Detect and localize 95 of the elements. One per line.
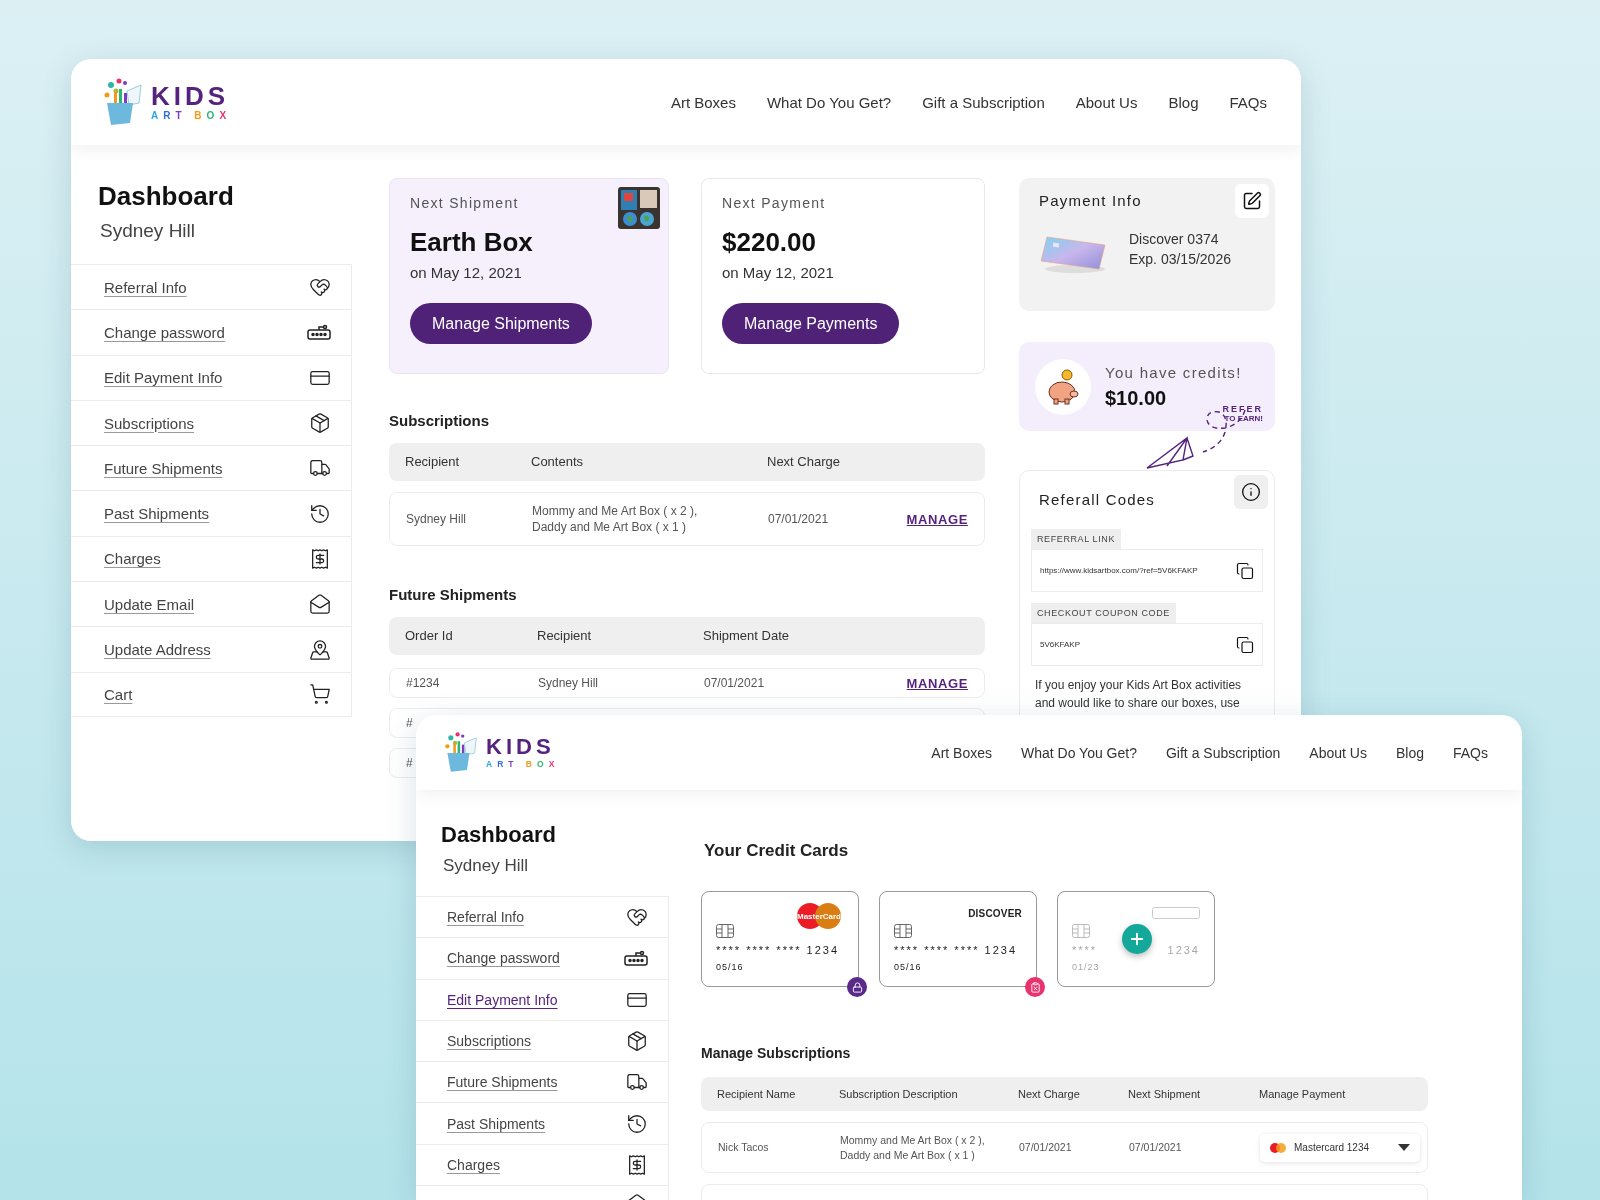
card-expiry: 01/23 [1072, 962, 1101, 972]
nav-link[interactable]: What Do You Get? [1021, 744, 1137, 761]
dashboard-title: Dashboard [441, 822, 556, 848]
referral-text: If you enjoy your Kids Art Box activities and would like to share our boxes, use [1035, 677, 1243, 712]
card-expiry: 05/16 [894, 962, 923, 972]
sidebar-item[interactable]: Charges [71, 535, 352, 582]
manage-payments-button[interactable]: Manage Payments [722, 303, 900, 344]
user-name: Sydney Hill [443, 856, 529, 876]
nav-link[interactable]: FAQs [1453, 744, 1488, 761]
table-cell: Sydney Hill [406, 510, 467, 528]
card-label: Payment Info [1039, 192, 1142, 209]
table-cell: 07/01/2021 [768, 510, 829, 528]
logo-title: KIDS [486, 736, 556, 759]
nav-link[interactable]: Blog [1168, 93, 1199, 111]
user-name: Sydney Hill [100, 220, 196, 242]
sidebar-item[interactable]: Future Shipments [71, 445, 352, 491]
sidebar-item[interactable]: Subscriptions [416, 1019, 669, 1062]
sidebar-item[interactable]: Future Shipments [416, 1061, 669, 1103]
section-title: Subscriptions [389, 412, 490, 429]
sidebar-item[interactable]: Subscriptions [71, 399, 352, 446]
column-header: Recipient Name [717, 1086, 796, 1102]
refer-sublabel: TO EARN! [1224, 415, 1263, 423]
card-date: on May 12, 2021 [410, 264, 522, 281]
table-cell: # [406, 714, 413, 732]
table-cell: Sydney Hill [538, 674, 599, 692]
manage-link[interactable]: MANAGE [906, 511, 968, 527]
nav-link[interactable]: About Us [1075, 93, 1138, 111]
table-cell: 07/01/2021 [1019, 1140, 1072, 1155]
card-number: **** **** **** 1234 [716, 944, 840, 956]
table-cell: #1234 [406, 674, 440, 692]
section-title: Manage Subscriptions [701, 1045, 852, 1061]
sidebar-item[interactable]: Past Shipments [416, 1102, 669, 1144]
card-label: Next Payment [722, 195, 826, 211]
sidebar-item[interactable]: Change password [71, 309, 352, 355]
column-header: Manage Payment [1259, 1086, 1346, 1102]
card-expiry: 05/16 [716, 962, 745, 972]
section-title: Your Credit Cards [704, 841, 850, 861]
field-label: CHECKOUT COUPON CODE [1031, 603, 1176, 623]
nav-link[interactable]: About Us [1309, 744, 1367, 761]
card-label: Referall Codes [1039, 491, 1155, 508]
nav-link[interactable]: Art Boxes [670, 93, 736, 111]
table-cell: Mommy and Me Art Box ( x 2 ), Daddy and Me Art Box ( x 1 ) [840, 1133, 985, 1162]
nav-link[interactable]: Gift a Subscription [1165, 744, 1281, 761]
nav-link[interactable]: What Do You Get? [766, 93, 892, 111]
table-cell: 07/01/2021 [704, 674, 765, 692]
column-header: Order Id [405, 627, 453, 645]
column-header: Shipment Date [703, 627, 789, 645]
table-cell: Mommy and Me Art Box ( x 2 ), Daddy and Me Art Box ( x 1 ) [532, 502, 698, 536]
coupon-field[interactable]: 5V6KFAKP [1031, 623, 1263, 666]
sidebar-item[interactable]: Referral Info [416, 896, 669, 938]
sidebar-item[interactable]: Edit Payment Info [416, 978, 669, 1020]
sidebar-item[interactable]: Change password [416, 937, 669, 979]
nav-link[interactable]: Art Boxes [931, 744, 992, 761]
credits-amount: $10.00 [1105, 386, 1167, 410]
column-header: Recipient [537, 627, 592, 645]
logo-title: KIDS [151, 83, 231, 109]
sidebar-item[interactable]: Referral Info [71, 264, 352, 310]
sidebar-item[interactable]: Past Shipments [71, 490, 352, 536]
card-title: Earth Box [410, 227, 533, 258]
card-number: **** [1072, 944, 1098, 956]
credits-label: You have credits! [1105, 363, 1242, 381]
nav-link[interactable]: FAQs [1229, 93, 1267, 111]
manage-shipments-button[interactable]: Manage Shipments [410, 303, 592, 344]
dashboard-title: Dashboard [98, 181, 234, 212]
field-label: REFERRAL LINK [1031, 529, 1121, 549]
card-expiry: Exp. 03/15/2026 [1129, 250, 1231, 269]
refer-label: REFER [1222, 405, 1263, 414]
column-header: Next Charge [1018, 1086, 1080, 1102]
sidebar-item[interactable]: Update Address [71, 626, 352, 672]
card-date: on May 12, 2021 [722, 264, 834, 281]
sidebar-item[interactable]: Update Email [71, 581, 352, 627]
card-label: Next Shipment [410, 195, 519, 211]
card-number: 1234 [1167, 944, 1200, 956]
nav-link[interactable]: Blog [1395, 744, 1424, 761]
card-title: $220.00 [722, 227, 816, 258]
card-brand: DISCOVER [968, 907, 1022, 919]
link-field[interactable]: https://www.kidsartbox.com/?ref=5V6KFAKP [1031, 549, 1263, 592]
manage-link[interactable]: MANAGE [906, 675, 968, 691]
section-title: Future Shipments [389, 586, 518, 603]
column-header: Recipient [405, 453, 460, 471]
column-header: Contents [531, 453, 584, 471]
column-header: Next Charge [767, 453, 840, 471]
sidebar-item[interactable]: Edit Payment Info [71, 354, 352, 400]
card-number: **** **** **** 1234 [894, 944, 1018, 956]
column-header: Subscription Description [839, 1086, 958, 1102]
table-cell: # [406, 754, 413, 772]
card-name: Discover 0374 [1129, 230, 1220, 250]
sidebar-item[interactable]: Charges [416, 1143, 669, 1186]
nav-link[interactable]: Gift a Subscription [922, 93, 1045, 111]
table-cell: 07/01/2021 [1129, 1140, 1182, 1155]
mastercard-logo: MasterCard [794, 903, 844, 929]
table-cell: Nick Tacos [718, 1140, 769, 1155]
payment-dropdown[interactable]: Mastercard 1234 [1260, 1133, 1420, 1162]
column-header: Next Shipment [1128, 1086, 1201, 1102]
sidebar-item[interactable]: Cart [71, 671, 352, 717]
